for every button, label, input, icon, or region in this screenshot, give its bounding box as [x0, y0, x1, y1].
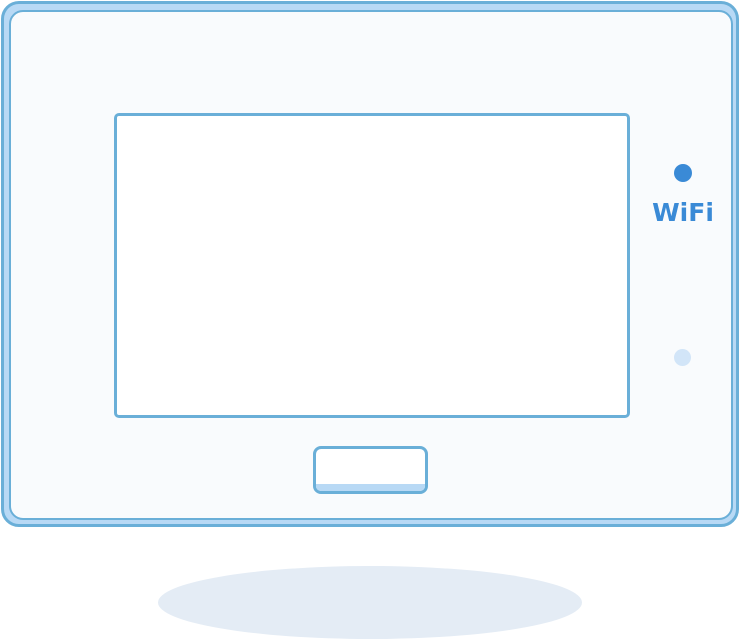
device-screen[interactable]: [114, 113, 630, 418]
wifi-status-led: [674, 164, 692, 182]
wifi-label: WiFi: [652, 198, 714, 227]
home-button-base: [316, 484, 425, 491]
secondary-status-led: [674, 349, 691, 366]
device-shadow: [158, 566, 582, 639]
home-button[interactable]: [313, 446, 428, 494]
tablet-device-illustration: WiFi: [0, 0, 744, 639]
